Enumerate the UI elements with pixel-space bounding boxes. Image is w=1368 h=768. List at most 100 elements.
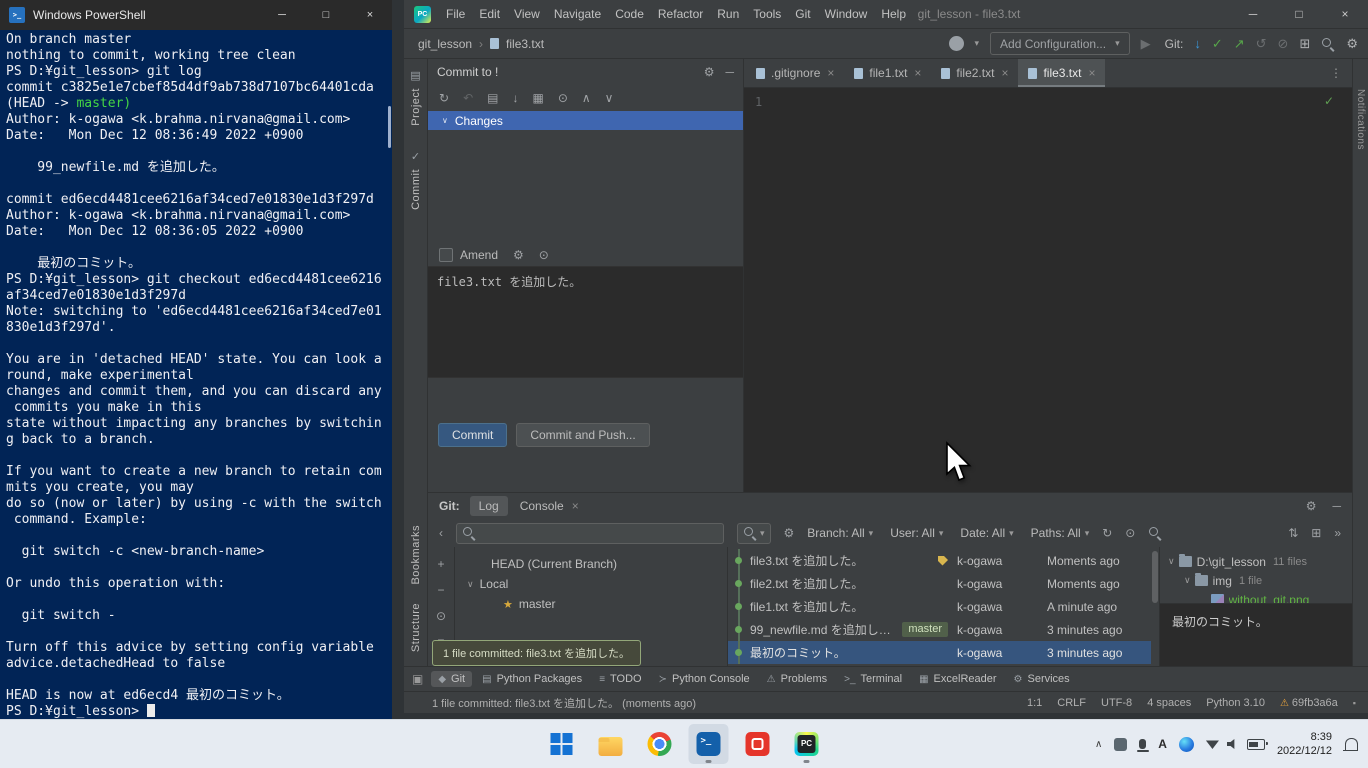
log-side-icon[interactable]: ⊙: [436, 609, 446, 623]
menu-item[interactable]: Edit: [472, 0, 507, 28]
menu-item[interactable]: Code: [608, 0, 651, 28]
red-app-icon[interactable]: [738, 724, 778, 764]
code-editor[interactable]: [785, 88, 1352, 492]
close-tab-icon[interactable]: ×: [827, 66, 834, 80]
tray-app-icon[interactable]: [1114, 738, 1127, 751]
branch-master-row[interactable]: ★ master: [455, 594, 727, 614]
menu-item[interactable]: Refactor: [651, 0, 710, 28]
commit-row[interactable]: 最初のコミット。 k-ogawa 3 minutes ago: [728, 641, 1151, 664]
commit-toolbar-icon[interactable]: ↶: [463, 91, 473, 105]
grid-view-icon[interactable]: ⊞: [1311, 526, 1321, 540]
search-filter-combo[interactable]: ▾: [737, 523, 771, 544]
toolbtn-excelreader[interactable]: ▦ ExcelReader: [912, 671, 1003, 687]
menu-item[interactable]: Git: [788, 0, 817, 28]
hide-log-icon[interactable]: ─: [1332, 499, 1341, 513]
stripe-bookmarks-button[interactable]: Bookmarks: [410, 525, 422, 585]
powershell-output[interactable]: On branch masternothing to commit, worki…: [0, 30, 392, 720]
toolbtn-python-console[interactable]: ≻ Python Console: [652, 671, 757, 687]
edge-icon[interactable]: [1179, 737, 1194, 752]
notification-bell-icon[interactable]: [1345, 738, 1358, 750]
more-actions-icon[interactable]: »: [1334, 526, 1341, 540]
status-item[interactable]: 1:1: [1027, 697, 1042, 709]
commit-and-push-button[interactable]: Commit and Push...: [516, 423, 649, 447]
user-avatar-icon[interactable]: [949, 36, 964, 51]
local-group-row[interactable]: ∨ Local: [455, 574, 727, 594]
ide-titlebar[interactable]: PC FileEditViewNavigateCodeRefactorRunTo…: [404, 0, 1368, 29]
editor-tab[interactable]: file1.txt ×: [844, 59, 931, 87]
close-tab-icon[interactable]: ×: [914, 66, 921, 80]
menu-item[interactable]: Window: [818, 0, 875, 28]
log-side-icon[interactable]: −: [437, 583, 444, 597]
ps-maximize-button[interactable]: □: [304, 0, 348, 30]
chrome-icon[interactable]: [640, 724, 680, 764]
toolbtn-todo[interactable]: ≡ TODO: [592, 671, 648, 687]
tab-options-icon[interactable]: ⋮: [1320, 59, 1352, 87]
log-gear-icon[interactable]: ⚙: [784, 526, 795, 540]
commit-toolbar-icon[interactable]: ▤: [487, 91, 498, 105]
run-configuration-select[interactable]: Add Configuration... ▾: [990, 32, 1130, 55]
editor-tab[interactable]: file3.txt ×: [1018, 59, 1105, 87]
log-filter[interactable]: Date: All ▾: [960, 526, 1013, 540]
commit-list-scrollbar[interactable]: [1151, 547, 1159, 666]
log-search-input[interactable]: [456, 523, 724, 544]
editor-tab[interactable]: file2.txt ×: [931, 59, 1018, 87]
commit-toolbar-icon[interactable]: ∨: [605, 91, 614, 105]
toolbtn-git[interactable]: ◆ Git: [431, 671, 472, 687]
commit-options-gear-icon[interactable]: ⚙: [513, 248, 524, 262]
git-hash-status[interactable]: ⚠69fb3a6a: [1280, 697, 1338, 709]
status-item[interactable]: UTF-8: [1101, 697, 1132, 709]
layout-icon[interactable]: ⊞: [1299, 36, 1310, 52]
commit-toolbar-icon[interactable]: ∧: [582, 91, 591, 105]
intellisort-icon[interactable]: ⊙: [1125, 526, 1135, 540]
changes-empty-area[interactable]: [428, 130, 743, 244]
changes-group-row[interactable]: ∨ Changes: [428, 111, 743, 130]
amend-checkbox[interactable]: [439, 248, 453, 262]
powershell-taskbar-icon[interactable]: [689, 724, 729, 764]
status-item[interactable]: Python 3.10: [1206, 697, 1265, 709]
breadcrumb-project[interactable]: git_lesson: [418, 37, 472, 51]
pycharm-taskbar-icon[interactable]: [787, 724, 827, 764]
breadcrumb-file[interactable]: file3.txt: [506, 37, 544, 51]
commit-toolbar-icon[interactable]: ▦: [532, 91, 543, 105]
git-update-icon[interactable]: ↓: [1194, 36, 1201, 51]
git-commit-icon[interactable]: ✓: [1212, 36, 1223, 52]
status-indicator-icon[interactable]: ▪: [1353, 698, 1356, 708]
menu-item[interactable]: File: [439, 0, 472, 28]
commit-message-input[interactable]: file3.txt を追加した。: [428, 266, 743, 378]
commit-history-icon[interactable]: ⊙: [539, 248, 549, 262]
toolbtn-python-packages[interactable]: ▤ Python Packages: [475, 671, 589, 687]
changed-file-row[interactable]: ∨ without_git.png: [1160, 590, 1352, 603]
commit-toolbar-icon[interactable]: ⊙: [558, 91, 568, 105]
menu-item[interactable]: Navigate: [547, 0, 608, 28]
ps-minimize-button[interactable]: ─: [260, 0, 304, 30]
rollback-icon[interactable]: ⊘: [1278, 36, 1289, 52]
ide-maximize-button[interactable]: □: [1276, 0, 1322, 28]
run-icon[interactable]: ▶: [1141, 36, 1151, 52]
menu-item[interactable]: Run: [710, 0, 746, 28]
ide-minimize-button[interactable]: ─: [1230, 0, 1276, 28]
menu-item[interactable]: Help: [874, 0, 913, 28]
go-to-hash-icon[interactable]: [1148, 526, 1162, 540]
toolbtn-services[interactable]: ⚙ Services: [1007, 671, 1077, 687]
toolbtn-terminal[interactable]: >_ Terminal: [837, 671, 909, 687]
commit-row[interactable]: 99_newfile.md を追加した。 master k-ogawa 3 mi…: [728, 618, 1151, 641]
tray-expand-icon[interactable]: ∧: [1095, 739, 1102, 750]
editor-tab[interactable]: .gitignore ×: [746, 59, 844, 87]
commit-button[interactable]: Commit: [438, 423, 507, 447]
stripe-notifications-button[interactable]: Notifications: [1355, 89, 1366, 150]
commit-row[interactable]: file2.txt を追加した。 k-ogawa Moments ago: [728, 572, 1151, 595]
status-item[interactable]: 4 spaces: [1147, 697, 1191, 709]
status-message[interactable]: 1 file committed: file3.txt を追加した。 (mome…: [432, 695, 696, 711]
menu-item[interactable]: Tools: [746, 0, 788, 28]
swap-panels-icon[interactable]: ⇅: [1288, 526, 1298, 540]
commit-row[interactable]: file1.txt を追加した。 k-ogawa A minute ago: [728, 595, 1151, 618]
chevron-down-icon[interactable]: ▾: [975, 38, 980, 49]
powershell-scrollbar[interactable]: [387, 34, 392, 716]
log-settings-icon[interactable]: ⚙: [1306, 499, 1317, 513]
powershell-titlebar[interactable]: >_ Windows PowerShell ─ □ ×: [0, 0, 392, 30]
log-filter[interactable]: User: All ▾: [890, 526, 943, 540]
inspections-ok-icon[interactable]: ✓: [1324, 94, 1334, 108]
stripe-commit-button[interactable]: Commit: [410, 169, 422, 210]
status-item[interactable]: CRLF: [1057, 697, 1086, 709]
commit-settings-icon[interactable]: ⚙: [704, 65, 715, 79]
